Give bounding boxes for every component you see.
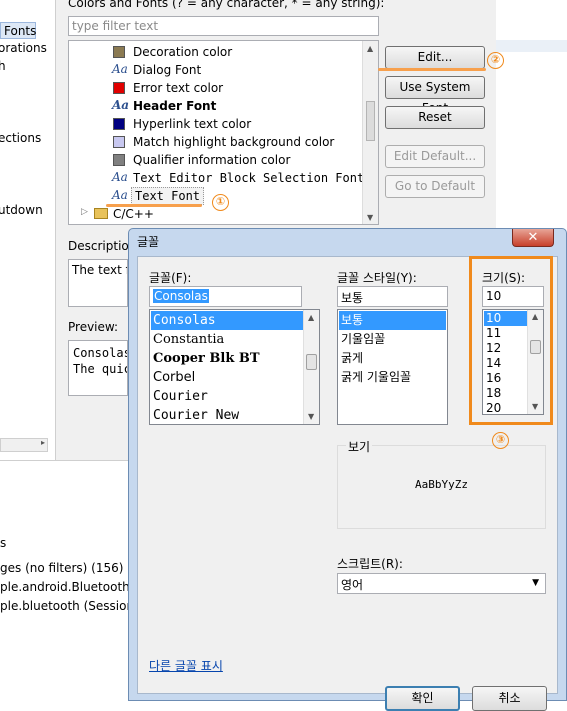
font-family-label: 글꼴(F):: [149, 271, 192, 285]
ok-button[interactable]: 확인: [385, 686, 460, 711]
bottom-console-view: s ges (no filters) (156) ple.android.Blu…: [0, 460, 146, 701]
annotation-badge-3: ③: [492, 432, 509, 449]
list-item[interactable]: Courier: [151, 387, 208, 406]
nav-item-sections[interactable]: ections: [0, 131, 41, 145]
tree-scrollbar[interactable]: ▲ ▼: [362, 41, 378, 224]
nav-item-shutdown[interactable]: utdown: [0, 203, 43, 217]
use-system-font-button[interactable]: Use System Font: [385, 76, 485, 115]
font-icon: Aa: [112, 188, 128, 202]
tree-item-qualifier-color[interactable]: Qualifier information color: [69, 151, 364, 169]
tree-item-block-selection-font[interactable]: Aa Text Editor Block Selection Font: [69, 169, 364, 187]
preview-box: Consolas The quic: [68, 340, 128, 396]
list-item[interactable]: Consolas: [151, 311, 304, 330]
tree-item-dialog-font[interactable]: Aa Dialog Font: [69, 61, 364, 79]
edit-button[interactable]: Edit...: [385, 46, 485, 69]
list-item[interactable]: 굵게 기울임꼴: [339, 368, 411, 387]
list-item[interactable]: Constantia: [151, 330, 224, 349]
edit-default-button[interactable]: Edit Default...: [385, 145, 485, 168]
list-item[interactable]: 기울임꼴: [339, 330, 385, 349]
sample-group: 보기 AaBbYyZz: [337, 438, 546, 529]
show-more-fonts-link[interactable]: 다른 글꼴 표시: [149, 657, 223, 674]
color-swatch-icon: [113, 118, 125, 130]
close-button[interactable]: ✕: [512, 229, 554, 247]
list-item[interactable]: Corbel: [151, 368, 195, 387]
annotation-highlight-size: [469, 256, 553, 425]
colors-fonts-header: Colors and Fonts (? = any character, * =…: [68, 0, 385, 10]
color-swatch-icon: [113, 82, 125, 94]
font-icon: Aa: [112, 170, 128, 184]
font-list-scrollbar[interactable]: ▲ ▼: [303, 310, 319, 424]
list-item[interactable]: Cooper Blk BT: [151, 349, 260, 368]
folder-icon: [94, 208, 108, 219]
sample-text: AaBbYyZz: [415, 478, 468, 491]
color-swatch-icon: [113, 136, 125, 148]
scrollbar-thumb[interactable]: [306, 354, 317, 370]
expand-arrow-icon[interactable]: ▷: [81, 207, 88, 217]
font-style-label: 글꼴 스타일(Y):: [337, 271, 417, 285]
list-item[interactable]: Courier New: [151, 406, 239, 424]
nav-horizontal-scrollbar[interactable]: ▸: [0, 438, 48, 452]
list-item[interactable]: 굵게: [339, 349, 363, 368]
tree-item-hyperlink-text-color[interactable]: Hyperlink text color: [69, 115, 364, 133]
expand-arrow-icon[interactable]: ▷: [81, 223, 88, 224]
cancel-button[interactable]: 취소: [472, 686, 547, 711]
background-editor-area: [496, 0, 567, 230]
color-swatch-icon: [113, 46, 125, 58]
scroll-up-icon[interactable]: ▲: [308, 313, 314, 322]
annotation-badge-2: ②: [487, 52, 504, 69]
font-style-list[interactable]: 보통 기울임꼴 굵게 굵게 기울임꼴: [337, 309, 448, 425]
nav-item-decorations[interactable]: orations: [0, 41, 47, 55]
tree-item-error-text-color[interactable]: Error text color: [69, 79, 364, 97]
annotation-badge-1: ①: [212, 194, 229, 211]
folder-icon: [94, 224, 108, 225]
scrollbar-thumb[interactable]: [366, 101, 375, 141]
annotation-underline-2: [378, 68, 486, 71]
font-style-input[interactable]: 보통: [337, 286, 448, 307]
font-icon: Aa: [112, 62, 128, 76]
font-family-list[interactable]: Consolas Constantia Cooper Blk BT Corbel…: [149, 309, 320, 425]
scroll-up-icon[interactable]: ▲: [367, 44, 373, 53]
font-icon: Aa: [112, 98, 130, 112]
tree-item-header-font[interactable]: Aa Header Font: [69, 97, 364, 115]
annotation-underline-1: [106, 204, 202, 207]
color-swatch-icon: [113, 154, 125, 166]
scroll-down-icon[interactable]: ▼: [308, 412, 314, 421]
go-to-default-button[interactable]: Go to Default: [385, 175, 485, 198]
preview-label: Preview:: [68, 320, 119, 334]
preferences-nav-tree: Fonts orations h ections utdown ▸: [0, 0, 56, 460]
scroll-down-icon[interactable]: ▼: [367, 213, 373, 222]
font-family-input[interactable]: Consolas: [149, 286, 302, 307]
reset-button[interactable]: Reset: [385, 106, 485, 129]
nav-item-fonts[interactable]: Fonts: [4, 24, 36, 38]
tree-item-de-folder[interactable]: ▷ De: [69, 221, 364, 225]
nav-item-h[interactable]: h: [0, 59, 6, 73]
tree-item-decoration-color[interactable]: Decoration color: [69, 43, 364, 61]
filter-input[interactable]: type filter text: [68, 16, 379, 36]
description-label: Description: [68, 239, 137, 253]
sample-label: 보기: [346, 438, 373, 455]
description-text: The text fo: [68, 259, 128, 307]
list-item[interactable]: 보통: [339, 311, 446, 330]
chevron-down-icon: ▼: [532, 578, 539, 588]
script-select[interactable]: 영어 ▼: [337, 573, 546, 594]
script-label: 스크립트(R):: [337, 557, 403, 571]
dialog-title: 글꼴: [137, 235, 160, 249]
tree-item-match-highlight-color[interactable]: Match highlight background color: [69, 133, 364, 151]
